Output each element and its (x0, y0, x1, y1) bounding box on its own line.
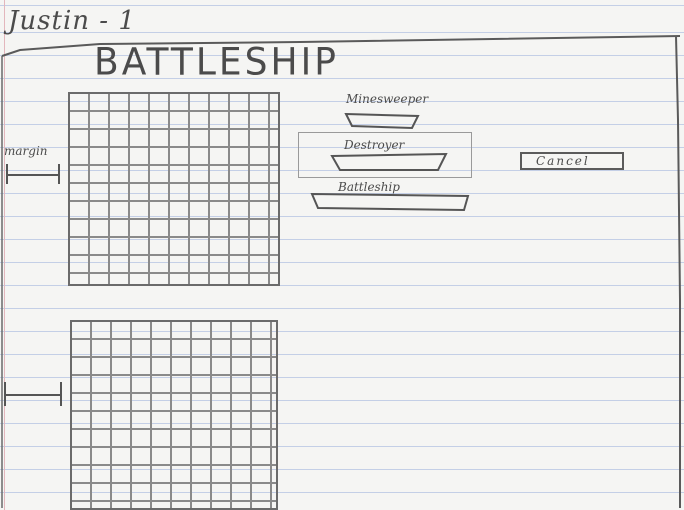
ship-label-minesweeper: Minesweeper (346, 92, 429, 106)
margin-dimension-bottom (4, 382, 62, 408)
margin-dimension-top (6, 164, 60, 186)
ship-label-destroyer: Destroyer (344, 138, 405, 152)
destroyer-ship-icon (330, 152, 448, 171)
author-note: Justin - 1 (8, 6, 136, 36)
margin-label: margin (4, 144, 48, 158)
opponent-grid[interactable] (70, 320, 278, 510)
player-grid[interactable] (68, 92, 280, 286)
page-title: BATTLESHIP (94, 40, 339, 85)
minesweeper-ship-icon (344, 112, 420, 130)
battleship-ship-icon (310, 192, 470, 212)
cancel-button[interactable]: Cancel (520, 152, 624, 170)
